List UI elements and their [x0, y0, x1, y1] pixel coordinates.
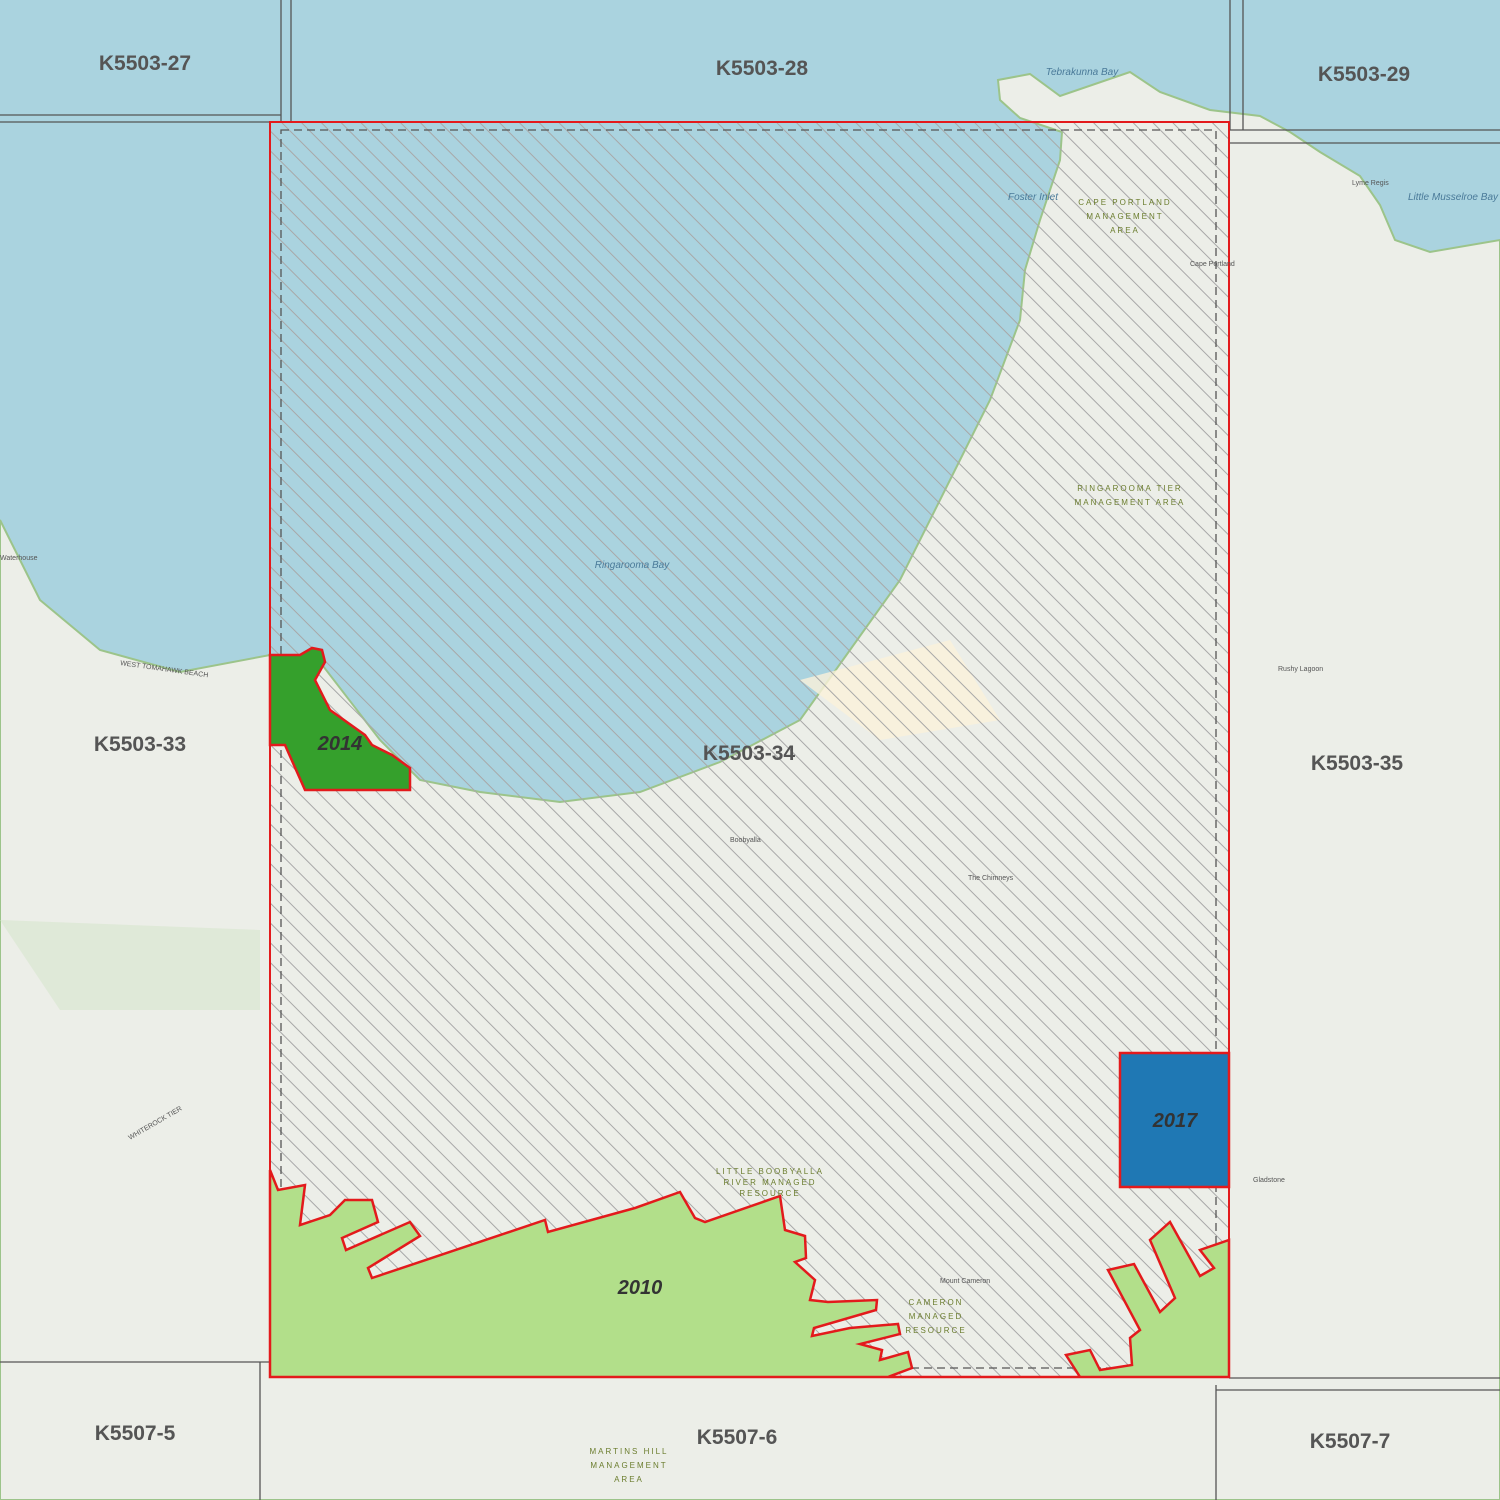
svg-text:AREA: AREA — [614, 1475, 644, 1484]
year-label-2010: 2010 — [617, 1277, 663, 1299]
tile-label: K5503-27 — [99, 52, 191, 75]
place-label: Gladstone — [1253, 1177, 1285, 1184]
place-label: Waterhouse — [0, 555, 38, 562]
map-canvas[interactable]: K5503-27 K5503-28 K5503-29 K5503-33 K550… — [0, 0, 1500, 1500]
svg-text:CAMERON: CAMERON — [909, 1298, 964, 1307]
water-label: Ringarooma Bay — [595, 560, 670, 571]
tile-label: K5507-7 — [1310, 1430, 1391, 1453]
svg-text:LITTLE BOOBYALLA: LITTLE BOOBYALLA — [716, 1167, 824, 1176]
place-label: Mount Cameron — [940, 1278, 990, 1285]
tile-label: K5503-35 — [1311, 752, 1404, 775]
svg-text:MANAGEMENT AREA: MANAGEMENT AREA — [1075, 498, 1186, 507]
place-label: Lyme Regis — [1352, 180, 1389, 187]
tile-label: K5503-28 — [716, 57, 809, 80]
area-label-cameron: CAMERON MANAGED RESOURCE — [905, 1298, 966, 1335]
tile-label: K5503-34 — [703, 742, 796, 765]
tile-label: K5507-6 — [697, 1426, 778, 1449]
place-label: The Chimneys — [968, 875, 1014, 882]
svg-text:CAPE PORTLAND: CAPE PORTLAND — [1078, 198, 1171, 207]
svg-text:MANAGEMENT: MANAGEMENT — [590, 1461, 667, 1470]
svg-text:AREA: AREA — [1110, 226, 1140, 235]
water-label: Foster Inlet — [1008, 192, 1059, 203]
svg-text:RESOURCE: RESOURCE — [739, 1189, 800, 1198]
tile-label: K5503-29 — [1318, 63, 1410, 86]
water-label: Little Musselroe Bay — [1408, 192, 1499, 203]
svg-text:MANAGEMENT: MANAGEMENT — [1086, 212, 1163, 221]
place-label: Cape Portland — [1190, 261, 1235, 268]
tile-label: K5503-33 — [94, 733, 186, 756]
year-label-2014: 2014 — [317, 733, 363, 755]
svg-text:RIVER MANAGED: RIVER MANAGED — [723, 1178, 816, 1187]
place-label: Boobyalla — [730, 837, 761, 844]
water-label: Tebrakunna Bay — [1046, 67, 1119, 78]
svg-text:RINGAROOMA TIER: RINGAROOMA TIER — [1077, 484, 1182, 493]
svg-text:RESOURCE: RESOURCE — [905, 1326, 966, 1335]
svg-text:MARTINS HILL: MARTINS HILL — [590, 1447, 669, 1456]
year-label-2017: 2017 — [1152, 1110, 1198, 1132]
tile-label: K5507-5 — [95, 1422, 176, 1445]
place-label: Rushy Lagoon — [1278, 666, 1323, 673]
svg-text:MANAGED: MANAGED — [909, 1312, 963, 1321]
